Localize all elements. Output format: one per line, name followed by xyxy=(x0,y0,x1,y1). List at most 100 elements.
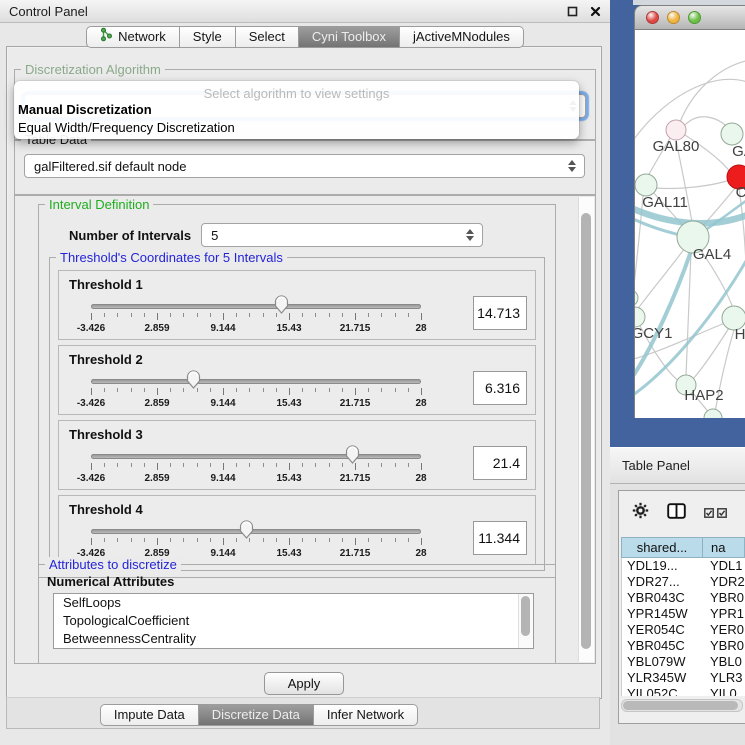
network-node-gal80[interactable] xyxy=(666,120,686,140)
threshold-panel-2: Threshold 2 -3.4262.8599.14415.4321.71528… xyxy=(58,345,536,415)
threshold-value-field[interactable]: 21.4 xyxy=(473,446,527,480)
close-icon[interactable] xyxy=(590,6,601,17)
group-title: Discretization Algorithm xyxy=(21,62,165,77)
select-columns-icons[interactable] xyxy=(704,508,727,518)
cell-shared-name: YIL052C xyxy=(622,686,704,696)
node-label: GAL11 xyxy=(642,194,688,211)
cell-name: YDL1 xyxy=(704,558,745,574)
float-window-icon[interactable] xyxy=(567,6,578,17)
table-row[interactable]: YER054CYER0 xyxy=(622,622,745,638)
num-intervals-combobox[interactable]: 5 xyxy=(201,223,483,247)
tick-label: 21.715 xyxy=(340,398,371,409)
slider-track[interactable] xyxy=(91,304,421,309)
slider-track[interactable] xyxy=(91,454,421,459)
table-row[interactable]: YPR145WYPR1 xyxy=(622,606,745,622)
table-row[interactable]: YBR043CYBR0 xyxy=(622,590,745,606)
list-scrollbar[interactable] xyxy=(518,594,533,648)
network-edge[interactable] xyxy=(637,248,685,310)
zoom-traffic-light[interactable] xyxy=(688,11,701,24)
attribute-item[interactable]: TopologicalCoefficient xyxy=(54,612,533,630)
tick-label: 2.859 xyxy=(144,473,169,484)
cell-shared-name: YER054C xyxy=(622,622,704,638)
slider-thumb[interactable] xyxy=(238,519,255,545)
cyni-mode-tabs: Impute DataDiscretize DataInfer Network xyxy=(0,704,564,726)
cell-shared-name: YBR045C xyxy=(622,638,704,654)
slider-track[interactable] xyxy=(91,379,421,384)
tick-label: 15.43 xyxy=(276,548,301,559)
num-intervals-value: 5 xyxy=(211,228,218,243)
network-node-ga[interactable] xyxy=(721,123,743,145)
group-title: Attributes to discretize xyxy=(45,557,181,572)
menu-item-manual-discretization[interactable]: Manual Discretization xyxy=(18,102,152,117)
table-row[interactable]: YBR045CYBR0 xyxy=(622,638,745,654)
cell-name: YLR3 xyxy=(704,670,745,686)
panel-scrollbar[interactable] xyxy=(578,197,594,662)
tab-jactivemnodules[interactable]: jActiveMNodules xyxy=(400,26,524,48)
threshold-label: Threshold 2 xyxy=(69,352,143,367)
table-row[interactable]: YBL079WYBL0 xyxy=(622,654,745,670)
tab-infer-network[interactable]: Infer Network xyxy=(314,704,418,726)
table-panel-header: Table Panel xyxy=(610,447,745,484)
slider-thumb[interactable] xyxy=(185,369,202,395)
table-row[interactable]: YDR27...YDR2 xyxy=(622,574,745,590)
tab-select[interactable]: Select xyxy=(236,26,299,48)
network-edge[interactable] xyxy=(655,180,730,188)
split-columns-icon[interactable] xyxy=(667,503,686,524)
apply-button[interactable]: Apply xyxy=(264,672,344,695)
threshold-value-field[interactable]: 11.344 xyxy=(473,521,527,555)
tick-label: -3.426 xyxy=(77,473,105,484)
table-row[interactable]: YDL19...YDL1 xyxy=(622,558,745,574)
network-canvas[interactable]: GAL80GACGAL11GAL4GCY1HHAP2 xyxy=(634,30,745,418)
menu-item-equal-width-frequency[interactable]: Equal Width/Frequency Discretization xyxy=(18,120,235,135)
tick-label: 9.144 xyxy=(210,473,235,484)
algorithm-dropdown-popup: Select algorithm to view settings Manual… xyxy=(14,81,579,139)
tab-network[interactable]: Network xyxy=(86,26,180,48)
thresholds-group: Threshold's Coordinates for 5 Intervals … xyxy=(49,257,545,571)
threshold-slider[interactable]: -3.4262.8599.14415.4321.71528 xyxy=(91,296,421,336)
threshold-slider[interactable]: -3.4262.8599.14415.4321.71528 xyxy=(91,371,421,411)
tick-label: 28 xyxy=(415,398,426,409)
network-edge[interactable] xyxy=(680,60,745,122)
attribute-item[interactable]: BetweennessCentrality xyxy=(54,630,533,648)
close-traffic-light[interactable] xyxy=(646,11,659,24)
threshold-slider[interactable]: -3.4262.8599.14415.4321.71528 xyxy=(91,521,421,561)
slider-thumb[interactable] xyxy=(344,444,361,470)
tab-impute-data[interactable]: Impute Data xyxy=(100,704,199,726)
network-edge[interactable] xyxy=(686,252,691,376)
scrollbar-thumb[interactable] xyxy=(581,213,591,649)
tab-style[interactable]: Style xyxy=(180,26,236,48)
network-window: GAL80GACGAL11GAL4GCY1HHAP2 xyxy=(634,5,745,418)
threshold-label: Threshold 1 xyxy=(69,277,143,292)
threshold-value-field[interactable]: 6.316 xyxy=(473,371,527,405)
table-data-combobox[interactable]: galFiltered.sif default node xyxy=(24,154,585,178)
network-node-gcy1[interactable] xyxy=(635,307,645,327)
slider-thumb[interactable] xyxy=(273,294,290,320)
network-node-gal11[interactable] xyxy=(635,174,657,196)
network-node[interactable] xyxy=(635,290,638,306)
tick-label: 15.43 xyxy=(276,473,301,484)
column-header-shared[interactable]: shared... xyxy=(621,537,703,558)
minimize-traffic-light[interactable] xyxy=(667,11,680,24)
threshold-slider[interactable]: -3.4262.8599.14415.4321.71528 xyxy=(91,446,421,486)
network-window-titlebar[interactable] xyxy=(634,5,745,30)
settings-scroll-panel: Interval Definition Number of Intervals … xyxy=(14,195,596,664)
threshold-value-field[interactable]: 14.713 xyxy=(473,296,527,330)
numerical-attributes-list[interactable]: SelfLoopsTopologicalCoefficientBetweenne… xyxy=(53,593,534,649)
table-row[interactable]: YLR345WYLR3 xyxy=(622,670,745,686)
attribute-item[interactable]: SelfLoops xyxy=(54,594,533,612)
interval-definition-group: Interval Definition Number of Intervals … xyxy=(38,204,556,578)
tick-label: 2.859 xyxy=(144,398,169,409)
table-panel-title: Table Panel xyxy=(622,458,690,473)
table-hscrollbar[interactable] xyxy=(621,699,743,712)
threshold-panel-3: Threshold 3-3.4262.8599.14415.4321.71528… xyxy=(58,420,536,490)
slider-track[interactable] xyxy=(91,529,421,534)
column-header-name[interactable]: na xyxy=(703,537,745,558)
node-label: C xyxy=(736,184,745,201)
node-label: GAL4 xyxy=(693,246,731,263)
right-region: GAL80GACGAL11GAL4GCY1HHAP2 Table Panel xyxy=(610,0,745,745)
table-row[interactable]: YIL052CYIL0 xyxy=(622,686,745,696)
tab-discretize-data[interactable]: Discretize Data xyxy=(199,704,314,726)
control-panel: Control Panel NetworkStyleSelectCyni Too… xyxy=(0,0,610,745)
gear-icon[interactable] xyxy=(632,502,649,524)
tab-cyni-toolbox[interactable]: Cyni Toolbox xyxy=(299,26,400,48)
